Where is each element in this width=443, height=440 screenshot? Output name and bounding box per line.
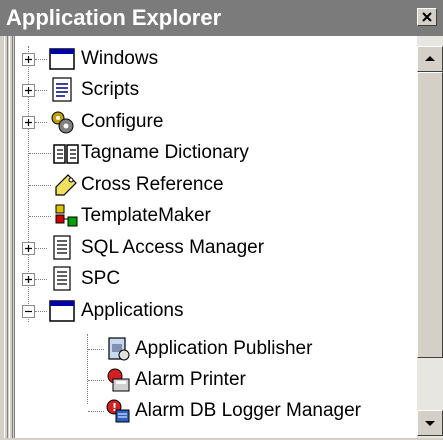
gears-icon (49, 109, 75, 135)
script-icon (49, 77, 75, 103)
tree-item-sql-access-manager[interactable]: SQL Access Manager (15, 235, 415, 265)
tree-item-alarm-printer[interactable]: Alarm Printer (15, 367, 415, 397)
tree-item-spc[interactable]: SPC (15, 266, 415, 296)
window-title: Application Explorer (6, 5, 222, 30)
template-icon (53, 203, 79, 229)
tree-item-label: Application Publisher (135, 338, 313, 359)
tree-item-label: Applications (81, 300, 184, 321)
expand-icon[interactable] (22, 53, 35, 66)
vertical-scrollbar[interactable] (417, 36, 443, 438)
tree-item-label: Configure (81, 111, 164, 132)
expand-icon[interactable] (22, 273, 35, 286)
tree-item-label: Tagname Dictionary (81, 142, 249, 163)
tree-item-configure[interactable]: Configure (15, 109, 415, 139)
title-bar[interactable]: Application Explorer (0, 0, 443, 37)
dictionary-icon (53, 140, 79, 166)
collapse-icon[interactable] (22, 305, 35, 318)
document-icon (49, 235, 75, 261)
grip-line (9, 36, 13, 438)
scroll-down-button[interactable] (417, 410, 443, 436)
arrow-down-icon (425, 421, 435, 426)
tree-item-application-publisher[interactable]: Application Publisher (15, 336, 415, 366)
tree-item-label: Alarm Printer (135, 369, 246, 390)
scroll-up-button[interactable] (417, 46, 443, 72)
tree-item-cross-reference[interactable]: Cross Reference (15, 172, 415, 202)
tag-icon (53, 172, 79, 198)
tree-item-label: Scripts (81, 79, 140, 100)
document-icon (49, 266, 75, 292)
dock-grip[interactable] (0, 36, 14, 438)
tree-item-applications[interactable]: Applications (15, 298, 415, 328)
window-icon (49, 298, 75, 324)
tree-item-label: Cross Reference (81, 174, 224, 195)
tree-item-label: TemplateMaker (81, 205, 211, 226)
arrow-up-icon (425, 56, 435, 61)
alarm-printer-icon (105, 367, 131, 393)
tree-item-alarm-db-logger-manager[interactable]: ! Alarm DB Logger Manager (15, 398, 415, 428)
tree-item-scripts[interactable]: Scripts (15, 77, 415, 107)
tree-item-windows[interactable]: Windows (15, 46, 415, 76)
tree-item-tagname-dictionary[interactable]: Tagname Dictionary (15, 140, 415, 170)
expand-icon[interactable] (22, 84, 35, 97)
tree-item-label: SQL Access Manager (81, 237, 265, 258)
expand-icon[interactable] (22, 116, 35, 129)
tree-view: Windows Scripts Configure Tagname Dictio… (14, 36, 418, 438)
application-explorer-window: Application Explorer Windows Scripts Con… (0, 0, 443, 438)
tree-item-label: Alarm DB Logger Manager (135, 400, 361, 421)
tree-item-templatemaker[interactable]: TemplateMaker (15, 203, 415, 233)
expand-icon[interactable] (22, 242, 35, 255)
close-icon (422, 12, 432, 22)
grip-line (4, 36, 8, 438)
tree-item-label: Windows (81, 48, 159, 69)
scroll-thumb[interactable] (417, 72, 443, 358)
tree-item-label: SPC (81, 268, 121, 289)
window-icon (49, 46, 75, 72)
close-button[interactable] (417, 8, 437, 26)
publisher-icon (105, 336, 131, 362)
alarm-db-icon: ! (105, 398, 131, 424)
